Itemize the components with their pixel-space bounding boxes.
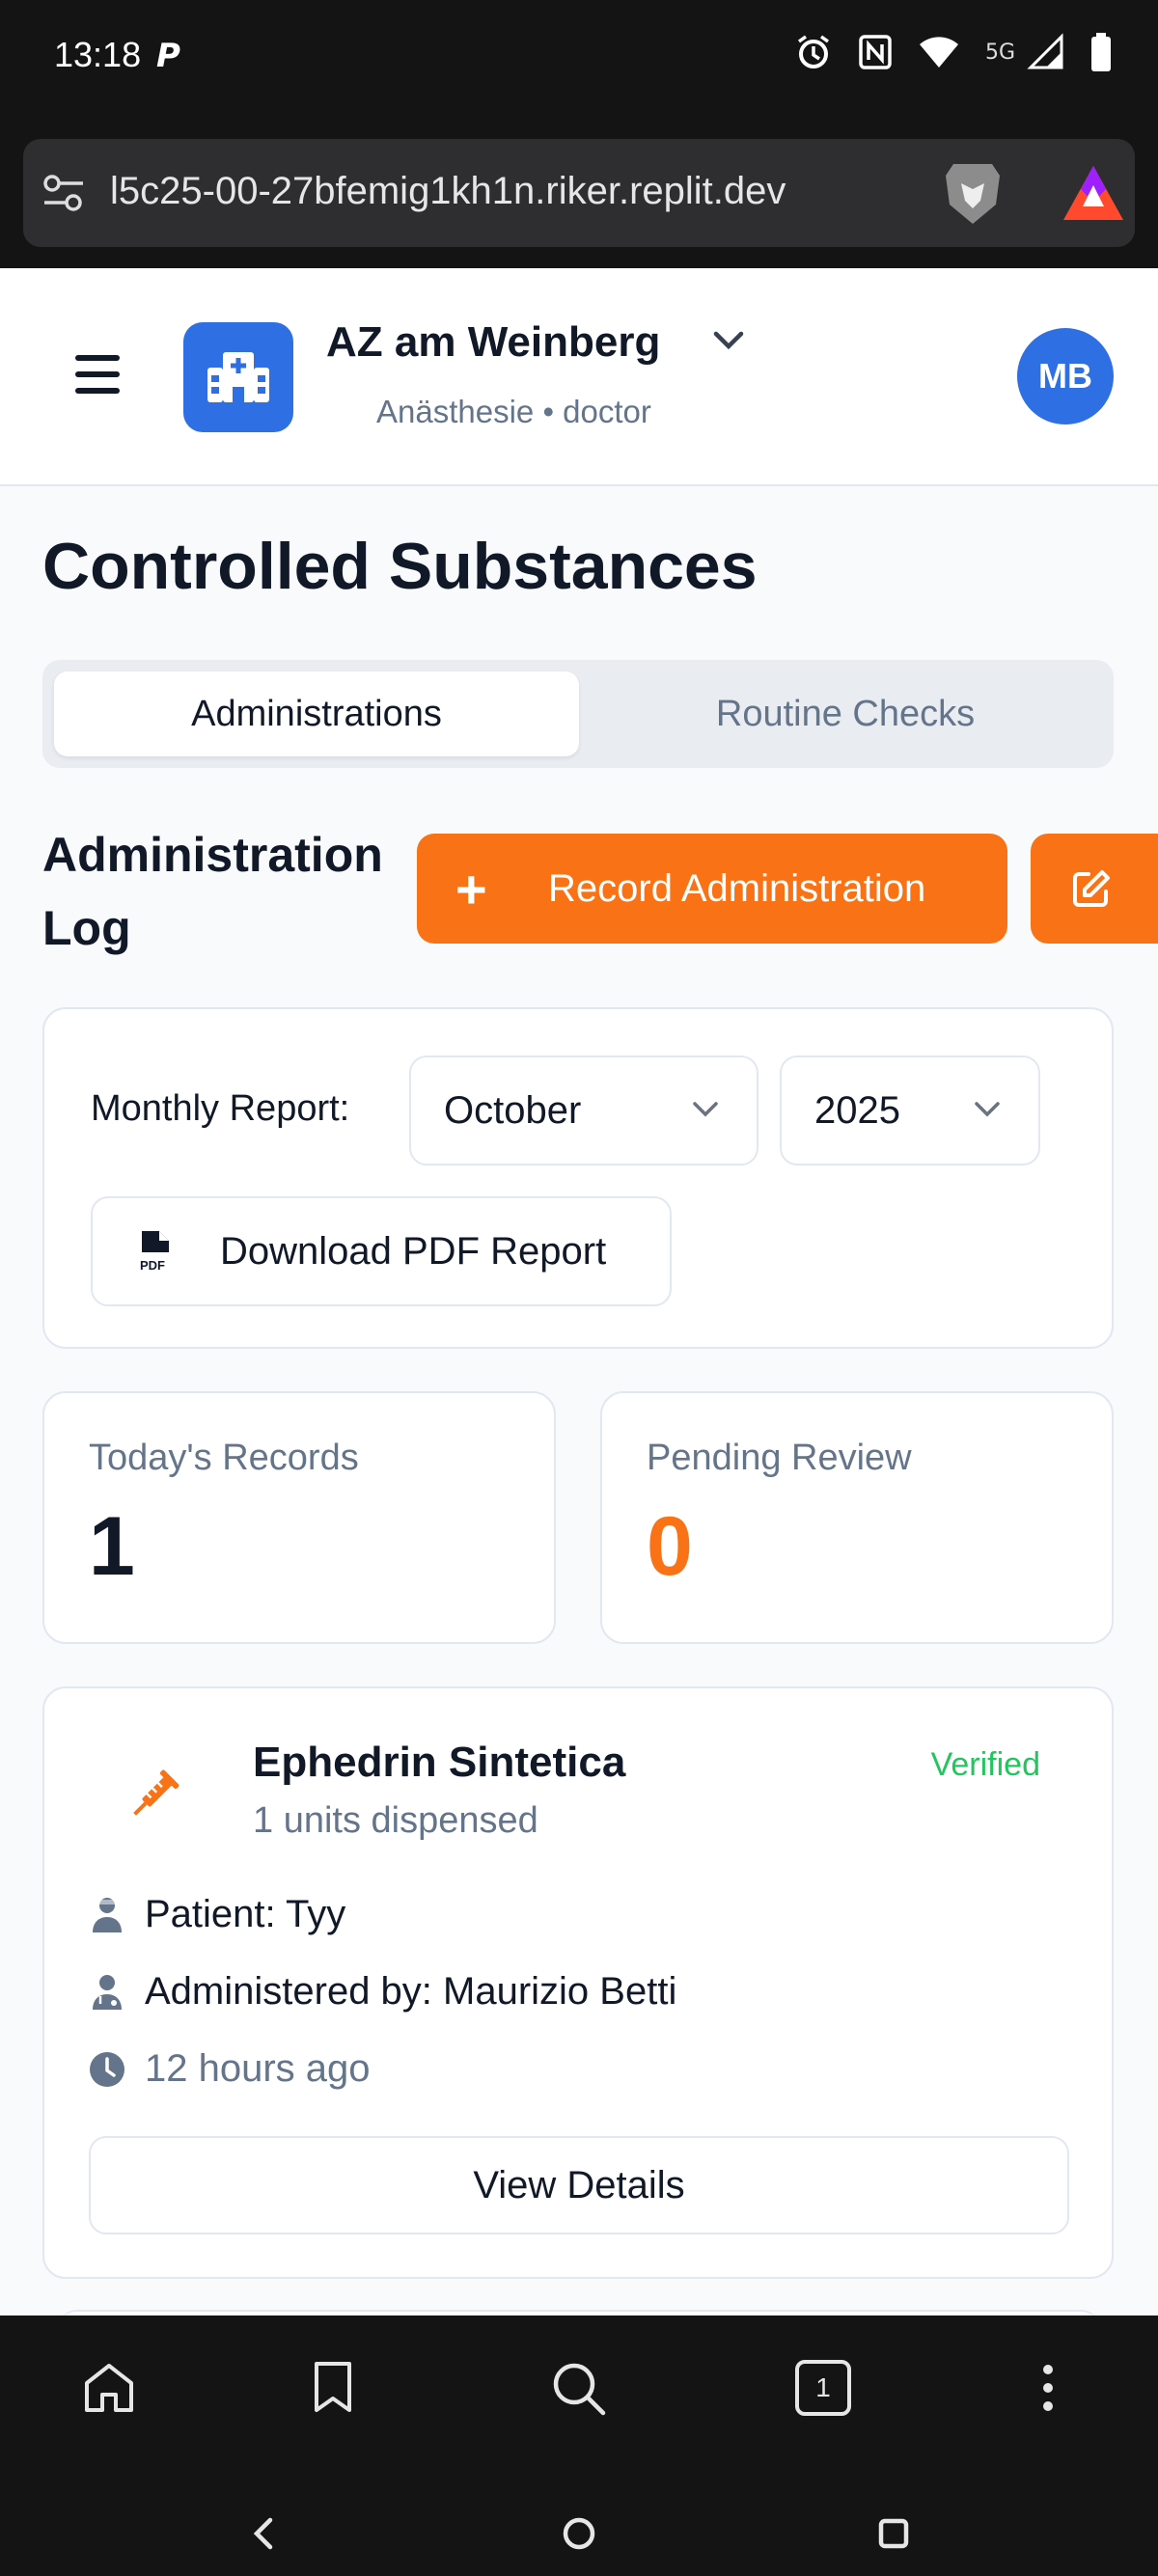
download-pdf-button[interactable]: PDF Download PDF Report	[91, 1196, 672, 1306]
year-select[interactable]: 2025	[780, 1055, 1040, 1165]
record-administration-button[interactable]: + Record Administration	[417, 834, 1007, 944]
download-pdf-label: Download PDF Report	[220, 1229, 607, 1273]
back-icon[interactable]	[247, 2514, 278, 2553]
menu-icon[interactable]	[75, 355, 120, 394]
clock-icon	[87, 2050, 127, 2089]
search-icon[interactable]	[550, 2360, 608, 2418]
tab-bar: Administrations Routine Checks	[42, 660, 1114, 768]
monthly-report-card: Monthly Report: October 2025 PDF Downloa…	[42, 1007, 1114, 1349]
home-icon[interactable]	[81, 2360, 137, 2416]
more-icon[interactable]	[1038, 2360, 1058, 2416]
edit-button[interactable]	[1031, 834, 1158, 944]
todays-records-label: Today's Records	[89, 1438, 359, 1478]
clock-time: 13:18	[54, 35, 142, 74]
home-circle-icon[interactable]	[560, 2514, 598, 2553]
todays-records-card: Today's Records 1	[42, 1391, 556, 1644]
patient-icon	[87, 1896, 127, 1934]
browser-toolbar: l5c25-00-27bfemig1kh1n.riker.replit.dev	[0, 116, 1158, 268]
record-administration-label: Record Administration	[548, 866, 926, 910]
signal-icon	[1027, 33, 1063, 69]
chevron-down-icon	[975, 1102, 1000, 1117]
brave-lion-icon[interactable]	[940, 158, 1006, 228]
administered-by-row: Administered by: Maurizio Betti	[87, 1970, 676, 2014]
pdf-file-icon: PDF	[140, 1231, 169, 1273]
alarm-icon	[797, 35, 829, 69]
chevron-down-icon[interactable]	[712, 328, 745, 353]
patient-row: Patient: Tyy	[87, 1893, 345, 1936]
pending-review-label: Pending Review	[647, 1438, 912, 1478]
plus-icon: +	[455, 858, 487, 919]
monthly-report-label: Monthly Report:	[91, 1088, 350, 1129]
administration-record-card: Ephedrin Sintetica 1 units dispensed Ver…	[42, 1686, 1114, 2279]
todays-records-value: 1	[89, 1500, 135, 1593]
hospital-icon	[183, 322, 293, 432]
tab-administrations[interactable]: Administrations	[54, 671, 579, 756]
svg-text:PDF: PDF	[140, 1258, 165, 1273]
bookmark-icon[interactable]	[311, 2360, 355, 2416]
drug-quantity: 1 units dispensed	[253, 1800, 538, 1841]
drug-name: Ephedrin Sintetica	[253, 1739, 626, 1786]
pending-review-value: 0	[647, 1500, 693, 1593]
tune-icon[interactable]	[41, 172, 87, 214]
administered-by-text: Administered by: Maurizio Betti	[145, 1970, 677, 2013]
app-header: AZ am Weinberg Anästhesie • doctor MB	[0, 268, 1158, 486]
chevron-down-icon	[693, 1102, 718, 1117]
pending-review-card: Pending Review 0	[600, 1391, 1114, 1644]
patient-text: Patient: Tyy	[145, 1893, 346, 1935]
unit-role-subtitle: Anästhesie • doctor	[376, 394, 651, 429]
wifi-icon	[919, 37, 958, 68]
nfc-icon	[859, 35, 892, 69]
doctor-icon	[87, 1973, 127, 2012]
status-bar: 13:18 P 5G	[0, 0, 1158, 116]
hospital-name[interactable]: AZ am Weinberg	[326, 318, 660, 367]
syringe-icon	[133, 1769, 179, 1816]
recents-icon[interactable]	[874, 2514, 913, 2553]
network-type: 5G	[984, 40, 1015, 65]
paypal-icon: P	[156, 37, 180, 75]
edit-icon	[1073, 870, 1110, 907]
month-value: October	[444, 1088, 582, 1132]
section-title: Administration Log	[42, 828, 383, 955]
tab-routine-checks[interactable]: Routine Checks	[589, 671, 1102, 756]
bat-icon[interactable]	[1062, 164, 1125, 222]
time-row: 12 hours ago	[87, 2047, 371, 2091]
time-text: 12 hours ago	[145, 2047, 371, 2090]
battery-icon	[1091, 33, 1111, 71]
address-bar[interactable]: l5c25-00-27bfemig1kh1n.riker.replit.dev	[23, 139, 1135, 247]
month-select[interactable]: October	[409, 1055, 758, 1165]
page-title: Controlled Substances	[42, 530, 758, 603]
view-details-button[interactable]: View Details	[89, 2136, 1069, 2234]
url-text[interactable]: l5c25-00-27bfemig1kh1n.riker.replit.dev	[110, 170, 911, 213]
browser-bottom-bar: 1	[0, 2316, 1158, 2576]
tabs-icon[interactable]: 1	[795, 2360, 851, 2416]
status-badge: Verified	[930, 1746, 1040, 1783]
avatar[interactable]: MB	[1017, 328, 1114, 425]
year-value: 2025	[814, 1088, 900, 1132]
